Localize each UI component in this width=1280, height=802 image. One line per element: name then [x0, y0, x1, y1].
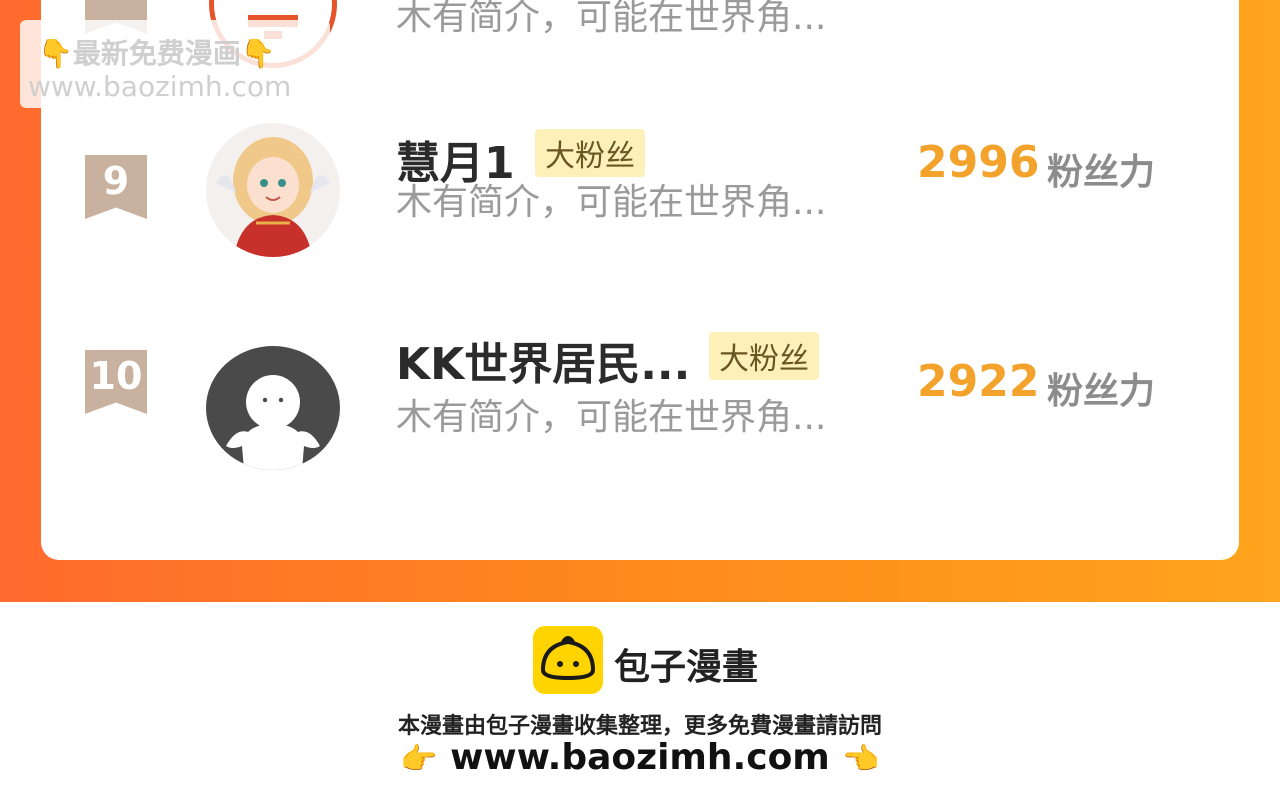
fan-score-unit: 粉丝力 [1047, 152, 1156, 193]
watermark-title: 👇最新免费漫画👇 [38, 37, 276, 70]
pointing-left-hand-icon: 👈 [842, 742, 880, 777]
baozi-logo-art [540, 636, 596, 681]
rank-flag: 10 [85, 350, 147, 414]
avatar-image [226, 375, 320, 470]
rank-flag: 9 [85, 155, 147, 219]
watermark: 👇最新免费漫画👇 www.baozimh.com [20, 20, 330, 108]
fan-score-unit: 粉丝力 [1047, 371, 1156, 412]
anime-girl-avatar-icon[interactable] [206, 123, 340, 257]
footer-note: 本漫畫由包子漫畫收集整理，更多免費漫畫請訪問 [397, 714, 882, 739]
fan-row[interactable]: 10 KK世界居民... 大粉丝 木有简介，可能在世界角... 2922 粉丝力 [41, 332, 1239, 486]
fan-level-badge: 大粉丝 [709, 332, 819, 380]
fan-score: 2922 [917, 356, 1040, 407]
watermark-url: www.baozimh.com [28, 70, 292, 103]
baozi-logo-icon[interactable] [533, 626, 603, 694]
fan-intro: 木有简介，可能在世界角... [396, 0, 827, 38]
pointing-right-hand-icon: 👉 [400, 742, 438, 777]
fan-intro: 木有简介，可能在世界角... [396, 397, 827, 438]
footer-brand: 包子漫畫 [614, 647, 759, 688]
fan-row[interactable]: 9 慧月1 大粉丝 木有简介，可能在世界角... 2996 粉丝力 [41, 115, 1239, 265]
fan-intro: 木有简介，可能在世界角... [396, 182, 827, 223]
fan-name[interactable]: KK世界居民... [396, 328, 690, 392]
fan-score: 2996 [917, 137, 1040, 188]
footer-url-line[interactable]: 👉 www.baozimh.com 👈 [0, 737, 1280, 778]
avatar-image [206, 123, 340, 257]
default-user-avatar-icon[interactable] [206, 346, 340, 470]
fan-level-badge: 大粉丝 [535, 129, 645, 177]
footer-url[interactable]: www.baozimh.com [450, 737, 830, 778]
